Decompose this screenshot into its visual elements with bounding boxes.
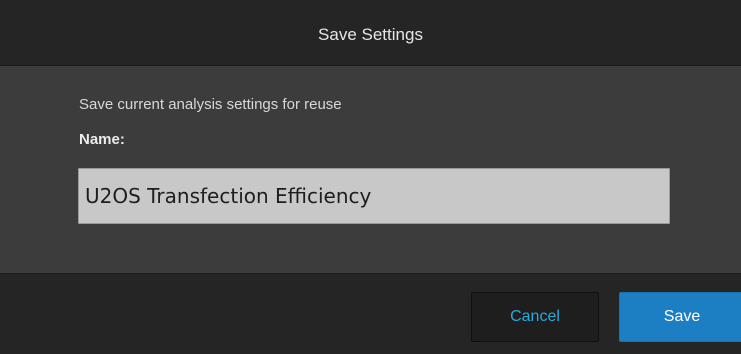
save-button[interactable]: Save <box>619 292 741 342</box>
dialog-body: Save current analysis settings for reuse… <box>0 66 741 273</box>
cancel-button[interactable]: Cancel <box>471 292 599 342</box>
name-label: Name: <box>79 131 125 148</box>
save-settings-dialog: Save Settings Save current analysis sett… <box>0 0 741 354</box>
dialog-title-bar: Save Settings <box>0 0 741 66</box>
dialog-footer: Cancel Save <box>0 273 741 354</box>
name-input[interactable] <box>78 168 670 224</box>
dialog-description: Save current analysis settings for reuse <box>79 96 342 113</box>
dialog-title: Save Settings <box>318 25 423 44</box>
